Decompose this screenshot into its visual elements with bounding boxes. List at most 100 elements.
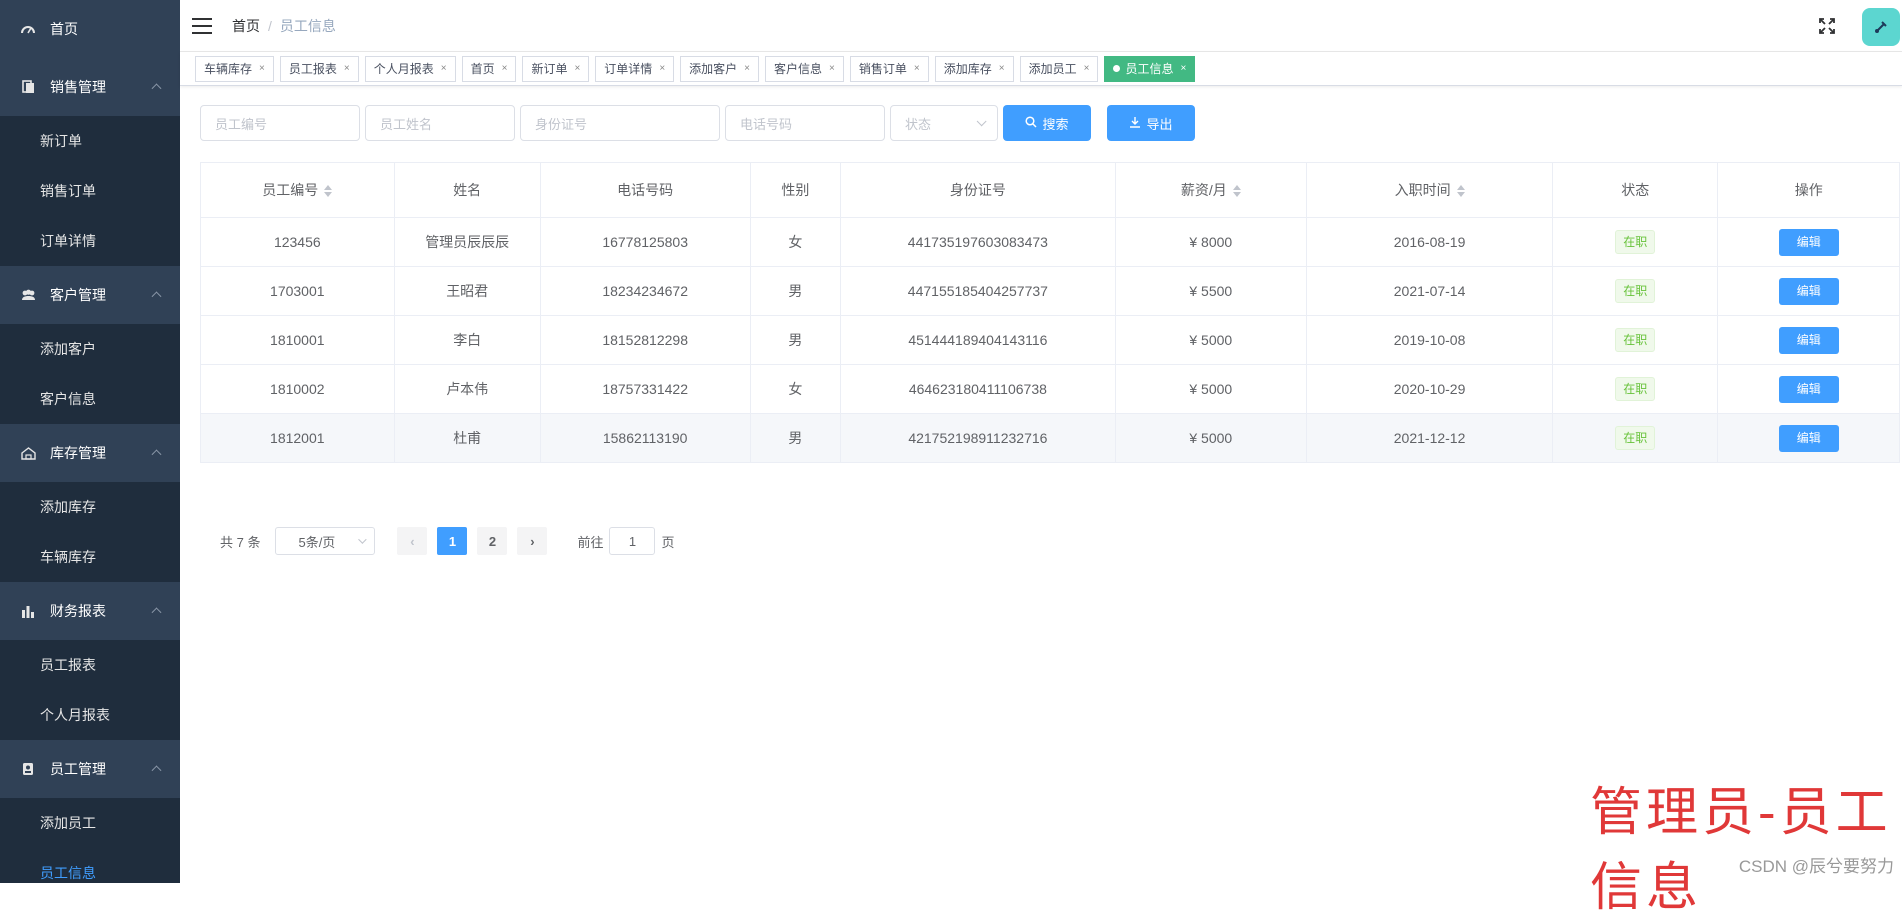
chevron-up-icon[interactable] bbox=[152, 83, 162, 93]
sidebar-item[interactable]: 添加库存 bbox=[0, 482, 180, 532]
table-row: 1812001杜甫15862113190男421752198911232716¥… bbox=[201, 414, 1900, 463]
sidebar-item[interactable]: 销售订单 bbox=[0, 166, 180, 216]
table-cell: 16778125803 bbox=[540, 218, 750, 267]
tag-label: 添加员工 bbox=[1029, 57, 1077, 81]
status-select[interactable]: 状态 bbox=[890, 105, 998, 141]
tag-2[interactable]: 员工报表× bbox=[280, 56, 359, 82]
sidebar-group-label: 库存管理 bbox=[50, 443, 106, 463]
tag-4[interactable]: 首页× bbox=[462, 56, 517, 82]
close-icon[interactable]: × bbox=[914, 57, 920, 81]
chevron-up-icon[interactable] bbox=[152, 291, 162, 301]
search-button[interactable]: 搜索 bbox=[1003, 105, 1091, 141]
table-cell: 1812001 bbox=[201, 414, 395, 463]
column-header[interactable]: 薪资/月 bbox=[1115, 163, 1307, 218]
breadcrumb-home[interactable]: 首页 bbox=[232, 16, 260, 36]
close-icon[interactable]: × bbox=[1180, 57, 1186, 81]
sidebar-item[interactable]: 车辆库存 bbox=[0, 532, 180, 582]
page-button-2[interactable]: 2 bbox=[477, 527, 507, 555]
column-header[interactable]: 员工编号 bbox=[201, 163, 395, 218]
sort-caret-icon[interactable] bbox=[1457, 185, 1465, 197]
tag-label: 个人月报表 bbox=[374, 57, 434, 81]
chevron-up-icon[interactable] bbox=[152, 765, 162, 775]
chevron-down-icon bbox=[977, 116, 987, 126]
close-icon[interactable]: × bbox=[574, 57, 580, 81]
table-cell: 杜甫 bbox=[394, 414, 540, 463]
close-icon[interactable]: × bbox=[659, 57, 665, 81]
sort-caret-icon[interactable] bbox=[324, 185, 332, 197]
chevron-up-icon[interactable] bbox=[152, 607, 162, 617]
fullscreen-icon[interactable] bbox=[1818, 17, 1836, 35]
edit-button[interactable]: 编辑 bbox=[1779, 376, 1839, 403]
sidebar-item[interactable]: 客户信息 bbox=[0, 374, 180, 424]
edit-button[interactable]: 编辑 bbox=[1779, 327, 1839, 354]
emp-name-input[interactable]: 员工姓名 bbox=[365, 105, 515, 141]
emp-id-input[interactable]: 员工编号 bbox=[200, 105, 360, 141]
tag-5[interactable]: 新订单× bbox=[522, 56, 589, 82]
table-cell: 卢本伟 bbox=[394, 365, 540, 414]
chevron-up-icon[interactable] bbox=[152, 449, 162, 459]
table-cell: 2021-12-12 bbox=[1307, 414, 1553, 463]
sidebar-item[interactable]: 添加客户 bbox=[0, 324, 180, 374]
column-header[interactable]: 入职时间 bbox=[1307, 163, 1553, 218]
table-row: 123456管理员辰辰辰16778125803女4417351976030834… bbox=[201, 218, 1900, 267]
close-icon[interactable]: × bbox=[744, 57, 750, 81]
tag-10[interactable]: 添加库存× bbox=[935, 56, 1014, 82]
goto-page-input[interactable]: 1 bbox=[609, 527, 655, 555]
close-icon[interactable]: × bbox=[1084, 57, 1090, 81]
export-button-label: 导出 bbox=[1146, 114, 1172, 133]
table-cell: 女 bbox=[750, 365, 841, 414]
edit-button[interactable]: 编辑 bbox=[1779, 229, 1839, 256]
page-button-1[interactable]: 1 bbox=[437, 527, 467, 555]
main-area: 首页 / 员工信息 车辆库存×员工报表×个人月报表×首页×新订单×订单详情×添加… bbox=[180, 0, 1902, 883]
navbar: 首页 / 员工信息 bbox=[180, 0, 1902, 52]
close-icon[interactable]: × bbox=[344, 57, 350, 81]
sidebar-item-home[interactable]: 首页 bbox=[0, 0, 180, 58]
id-card-input[interactable]: 身份证号 bbox=[520, 105, 720, 141]
sidebar-item[interactable]: 员工报表 bbox=[0, 640, 180, 690]
tag-11[interactable]: 添加员工 × bbox=[1020, 56, 1099, 82]
table-cell: 男 bbox=[750, 316, 841, 365]
tag-12[interactable]: 员工信息× bbox=[1104, 56, 1195, 82]
sidebar-group-3[interactable]: 库存管理 bbox=[0, 424, 180, 482]
sidebar-group-5[interactable]: 员工管理 bbox=[0, 740, 180, 798]
column-header: 姓名 bbox=[394, 163, 540, 218]
sidebar-group-label: 销售管理 bbox=[50, 77, 106, 97]
sidebar-group-4[interactable]: 财务报表 bbox=[0, 582, 180, 640]
sidebar-item[interactable]: 员工信息 bbox=[0, 848, 180, 883]
sidebar-group-label: 客户管理 bbox=[50, 285, 106, 305]
sidebar-item[interactable]: 添加员工 bbox=[0, 798, 180, 848]
active-dot-icon bbox=[1113, 65, 1120, 72]
tag-7[interactable]: 添加客户× bbox=[680, 56, 759, 82]
sidebar-item[interactable]: 订单详情 bbox=[0, 216, 180, 266]
prev-page-button[interactable]: ‹ bbox=[397, 527, 427, 555]
sort-caret-icon[interactable] bbox=[1233, 185, 1241, 197]
close-icon[interactable]: × bbox=[259, 57, 265, 81]
sidebar-item[interactable]: 个人月报表 bbox=[0, 690, 180, 740]
close-icon[interactable]: × bbox=[999, 57, 1005, 81]
hamburger-menu-icon[interactable] bbox=[192, 18, 212, 34]
tag-8[interactable]: 客户信息× bbox=[765, 56, 844, 82]
tag-1[interactable]: 车辆库存× bbox=[195, 56, 274, 82]
table-cell: 女 bbox=[750, 218, 841, 267]
employee-table: 员工编号姓名电话号码性别身份证号薪资/月入职时间状态操作 123456管理员辰辰… bbox=[200, 162, 1900, 463]
close-icon[interactable]: × bbox=[441, 57, 447, 81]
next-page-button[interactable]: › bbox=[517, 527, 547, 555]
avatar[interactable] bbox=[1862, 8, 1900, 46]
tag-9[interactable]: 销售订单× bbox=[850, 56, 929, 82]
export-button[interactable]: 导出 bbox=[1107, 105, 1195, 141]
edit-button[interactable]: 编辑 bbox=[1779, 278, 1839, 305]
sidebar-group-1[interactable]: 销售管理 bbox=[0, 58, 180, 116]
sidebar-item[interactable]: 新订单 bbox=[0, 116, 180, 166]
table-cell: 在职 bbox=[1553, 414, 1718, 463]
sidebar-group-2[interactable]: 客户管理 bbox=[0, 266, 180, 324]
phone-input[interactable]: 电话号码 bbox=[725, 105, 885, 141]
close-icon[interactable]: × bbox=[502, 57, 508, 81]
close-icon[interactable]: × bbox=[829, 57, 835, 81]
page-size-select[interactable]: 5条/页 bbox=[275, 527, 375, 555]
table-cell: 15862113190 bbox=[540, 414, 750, 463]
tag-6[interactable]: 订单详情× bbox=[595, 56, 674, 82]
table-cell: 1810002 bbox=[201, 365, 395, 414]
tag-3[interactable]: 个人月报表 × bbox=[365, 56, 456, 82]
table-cell: 王昭君 bbox=[394, 267, 540, 316]
edit-button[interactable]: 编辑 bbox=[1779, 425, 1839, 452]
